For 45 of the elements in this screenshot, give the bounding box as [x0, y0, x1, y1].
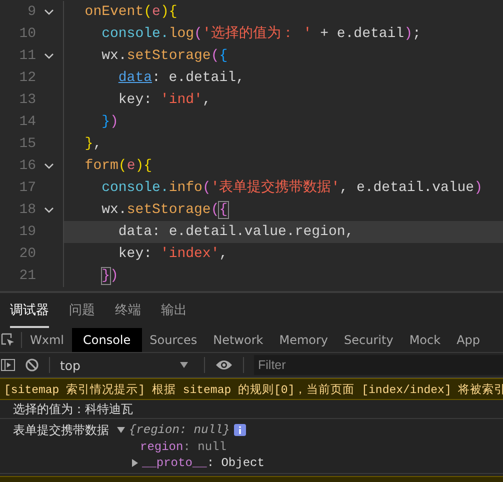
code-line: onEvent(e){ — [84, 3, 178, 22]
code-line: data: e.detail, — [117, 69, 246, 88]
code-line: console.info('表单提交携带数据', e.detail.value) — [100, 178, 484, 198]
code-line: wx.setStorage({ — [100, 47, 229, 66]
devtools-tab[interactable]: Security — [336, 328, 402, 352]
devtools-tab[interactable]: Mock — [401, 328, 449, 352]
panel-tab[interactable]: 问题 — [69, 293, 95, 328]
line-number: 16 — [18, 158, 36, 174]
line-number: 21 — [18, 268, 36, 284]
context-dropdown[interactable]: top — [60, 358, 194, 372]
line-number: 12 — [18, 70, 36, 86]
panel-tab[interactable]: 调试器 — [10, 293, 49, 328]
code-line: console.log('选择的值为： ' + e.detail); — [100, 24, 422, 44]
line-number: 11 — [18, 48, 36, 64]
devtools-tab[interactable]: Wxml — [22, 328, 72, 352]
panel-tab[interactable]: 输出 — [161, 293, 187, 328]
code-line: }, — [84, 135, 103, 154]
devtools-tab[interactable]: Memory — [271, 328, 336, 352]
line-number: 17 — [18, 180, 36, 196]
line-number: 10 — [18, 26, 36, 42]
panel-tab[interactable]: 终端 — [115, 293, 141, 328]
object-property[interactable]: __proto__: Object — [142, 455, 264, 471]
code-line: key: 'index', — [117, 245, 229, 264]
log-label: 表单提交携带数据 — [13, 422, 109, 438]
devtools-tab[interactable]: Network — [205, 328, 272, 352]
object-preview[interactable]: {region: null} — [129, 423, 230, 437]
line-number: 15 — [18, 136, 36, 152]
code-line: form(e){ — [84, 157, 154, 176]
line-number: 14 — [18, 114, 36, 130]
devtools-tab[interactable]: App — [448, 328, 488, 352]
code-line: }) — [100, 113, 120, 132]
code-line: key: 'ind', — [117, 91, 212, 110]
line-number: 9 — [26, 4, 36, 20]
log-text: 选择的值为：科特迪瓦 — [13, 400, 133, 418]
line-number: 18 — [18, 202, 36, 218]
code-line: wx.setStorage({ — [100, 201, 229, 220]
line-number: 20 — [18, 246, 36, 262]
warning-text: [sitemap 索引情况提示] 根据 sitemap 的规则[0]，当前页面 [index/index] 将被索引 — [4, 382, 503, 396]
line-number: 13 — [18, 92, 36, 108]
devtools-tab[interactable]: Sources — [142, 328, 206, 352]
object-property: region: null — [139, 439, 226, 455]
code-line: }) — [100, 267, 120, 286]
filter-field[interactable]: Filter — [254, 355, 503, 375]
devtools-tab[interactable]: Console — [72, 328, 142, 352]
line-number: 19 — [18, 224, 36, 240]
